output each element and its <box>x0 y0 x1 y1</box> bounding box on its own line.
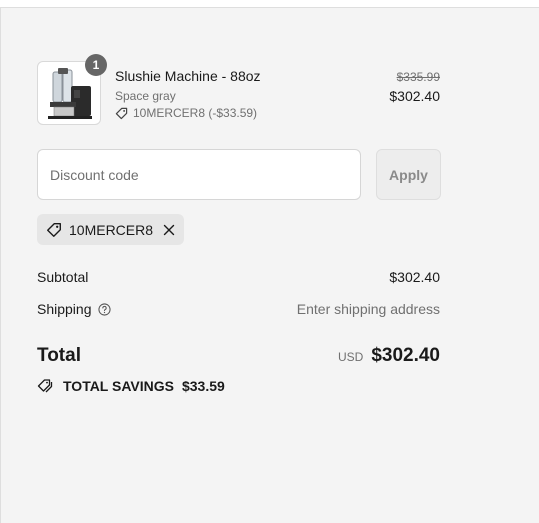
subtotal-value: $302.40 <box>389 269 440 285</box>
product-variant: Space gray <box>115 89 176 103</box>
savings-tag-icon <box>37 379 53 393</box>
shipping-label: Shipping <box>37 301 92 317</box>
tag-icon <box>47 222 61 237</box>
subtotal-label: Subtotal <box>37 269 89 285</box>
applied-discount-chip: 10MERCER8 <box>37 214 185 245</box>
remove-discount-button[interactable] <box>163 224 175 236</box>
price-final: $302.40 <box>389 88 440 104</box>
total-value-group: USD $302.40 <box>338 345 440 367</box>
shipping-row-label: Shipping <box>37 301 111 317</box>
total-savings-label: TOTAL SAVINGS <box>63 378 174 394</box>
total-savings-value: $33.59 <box>181 378 225 394</box>
currency-code: USD <box>337 350 364 364</box>
product-discount-text: 10MERCER8 (-$33.59) <box>133 106 258 120</box>
apply-discount-button[interactable]: Apply <box>376 149 441 200</box>
tag-icon <box>115 107 128 119</box>
help-circle-icon[interactable] <box>97 302 111 316</box>
total-savings: TOTAL SAVINGS $33.59 <box>37 378 225 394</box>
order-summary-panel: 1 Slushie Machine - 88oz Space gray 10ME… <box>0 7 539 523</box>
total-label: Total <box>37 345 81 366</box>
quantity-badge: 1 <box>85 54 107 76</box>
price-original: $335.99 <box>396 70 440 84</box>
product-title: Slushie Machine - 88oz <box>115 68 261 84</box>
product-discount: 10MERCER8 (-$33.59) <box>115 106 257 120</box>
close-icon <box>163 224 175 235</box>
discount-code-input[interactable] <box>37 149 361 200</box>
total-value: $302.40 <box>371 345 440 366</box>
slushie-machine-icon <box>48 68 92 119</box>
shipping-value: Enter shipping address <box>296 301 440 317</box>
applied-discount-code: 10MERCER8 <box>69 221 154 238</box>
